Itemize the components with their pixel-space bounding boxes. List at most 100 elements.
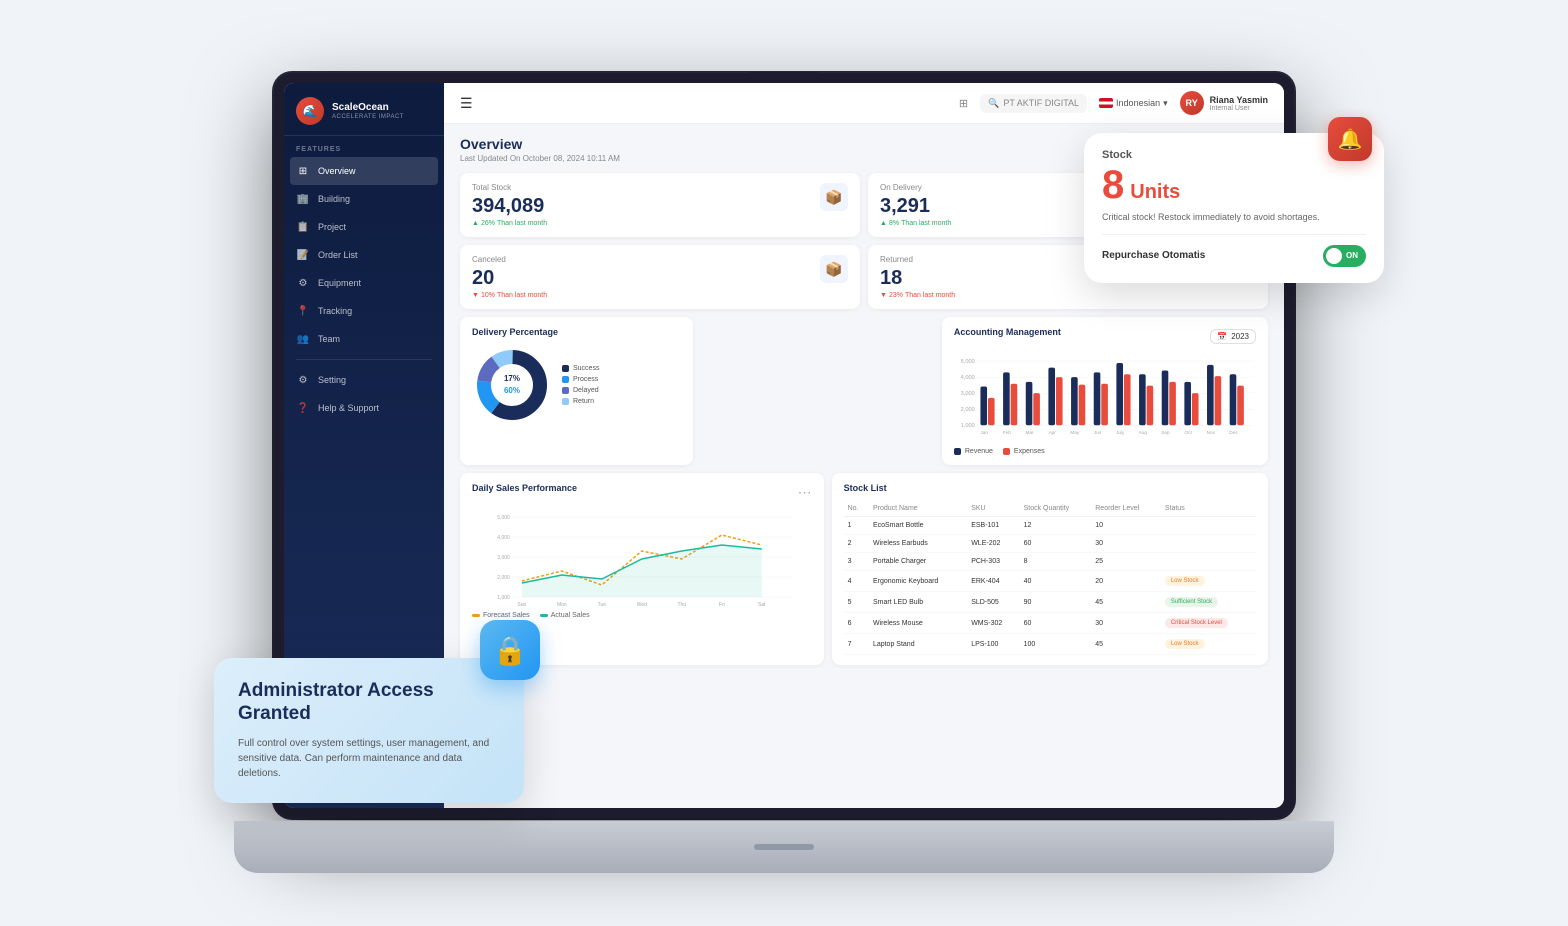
admin-card-desc: Full control over system settings, user … xyxy=(238,736,500,781)
table-row: 5 Smart LED Bulb SLD-505 90 45 Sufficien… xyxy=(844,592,1256,613)
stock-table: No. Product Name SKU Stock Quantity Reor… xyxy=(844,501,1256,655)
sidebar-item-team[interactable]: 👥 Team xyxy=(284,325,444,353)
repurchase-row: Repurchase Otomatis ON xyxy=(1102,245,1366,267)
lock-icon: 🔒 xyxy=(480,620,540,680)
admin-access-card: Administrator Access Granted Full contro… xyxy=(214,658,524,803)
svg-text:Wed: Wed xyxy=(637,602,647,607)
legend-delayed: Delayed xyxy=(562,387,599,394)
user-info: Riana Yasmin Internal User xyxy=(1210,95,1268,112)
alert-bell-icon: 🔔 xyxy=(1328,117,1372,161)
overview-icon: ⊞ xyxy=(296,164,310,178)
svg-text:17%: 17% xyxy=(504,374,520,383)
search-bar[interactable]: 🔍 PT AKTIF DIGITAL xyxy=(980,94,1087,113)
col-reorder: Reorder Level xyxy=(1091,501,1161,517)
cell-name: Ergonomic Keyboard xyxy=(869,571,967,592)
svg-text:2,000: 2,000 xyxy=(497,575,510,581)
svg-text:2,000: 2,000 xyxy=(960,407,974,413)
sidebar-label-building: Building xyxy=(318,194,350,204)
laptop-base xyxy=(234,821,1334,873)
stock-alert-card: 🔔 Stock 8 Units Critical stock! Restock … xyxy=(1084,133,1384,283)
sidebar-item-tracking[interactable]: 📍 Tracking xyxy=(284,297,444,325)
stock-list-title: Stock List xyxy=(844,483,1256,493)
cell-sku: WMS-302 xyxy=(967,613,1019,634)
alert-divider xyxy=(1102,234,1366,235)
col-status: Status xyxy=(1161,501,1256,517)
sidebar-label-setting: Setting xyxy=(318,375,346,385)
sidebar-label-orderlist: Order List xyxy=(318,250,358,260)
actual-dot xyxy=(540,614,548,617)
sidebar-label-team: Team xyxy=(318,334,340,344)
logo: 🌊 ScaleOcean ACCELERATE IMPACT xyxy=(284,83,444,136)
col-qty: Stock Quantity xyxy=(1020,501,1092,517)
accounting-chart-card: Accounting Management 📅 2023 5,000 4,000 xyxy=(942,317,1268,465)
sidebar-item-setting[interactable]: ⚙ Setting xyxy=(284,366,444,394)
cell-status: Low Stock xyxy=(1161,571,1256,592)
user-name: Riana Yasmin xyxy=(1210,95,1268,105)
cell-reorder: 45 xyxy=(1091,634,1161,655)
sidebar-label-overview: Overview xyxy=(318,166,356,176)
stat-change-delivery: ▲8%Than last month xyxy=(880,220,951,227)
svg-text:Des: Des xyxy=(1229,430,1238,436)
avatar: RY xyxy=(1180,91,1204,115)
cell-reorder: 30 xyxy=(1091,535,1161,553)
building-icon: 🏢 xyxy=(296,192,310,206)
sidebar-item-help[interactable]: ❓ Help & Support xyxy=(284,394,444,422)
svg-text:Sun: Sun xyxy=(517,602,526,607)
cell-reorder: 30 xyxy=(1091,613,1161,634)
line-chart-svg: 5,000 4,000 3,000 2,000 1,000 xyxy=(472,507,812,607)
legend-actual: Actual Sales xyxy=(540,612,590,619)
cell-name: Smart LED Bulb xyxy=(869,592,967,613)
svg-text:Sep: Sep xyxy=(1161,430,1170,436)
svg-text:Jun: Jun xyxy=(1094,430,1102,436)
legend-dot-process xyxy=(562,376,569,383)
status-badge: Sufficient Stock xyxy=(1165,597,1218,607)
cell-status xyxy=(1161,535,1256,553)
svg-text:Sat: Sat xyxy=(758,602,766,607)
cell-name: Portable Charger xyxy=(869,553,967,571)
cell-reorder: 20 xyxy=(1091,571,1161,592)
cell-qty: 12 xyxy=(1020,517,1092,535)
alert-unit: Units xyxy=(1130,181,1180,204)
year-badge[interactable]: 📅 2023 xyxy=(1210,329,1256,344)
stat-label-canceled: Canceled xyxy=(472,255,547,264)
equipment-icon: ⚙ xyxy=(296,276,310,290)
stock-table-body: 1 EcoSmart Bottle ESB-101 12 10 2 Wirele… xyxy=(844,517,1256,655)
language-selector[interactable]: Indonesian ▾ xyxy=(1099,98,1168,109)
cell-qty: 60 xyxy=(1020,535,1092,553)
sidebar-item-building[interactable]: 🏢 Building xyxy=(284,185,444,213)
sidebar-label-project: Project xyxy=(318,222,346,232)
legend-dot-success xyxy=(562,365,569,372)
svg-text:Fri: Fri xyxy=(719,602,725,607)
laptop-trackpad xyxy=(754,844,814,850)
toggle-switch[interactable]: ON xyxy=(1323,245,1366,267)
col-product: Product Name xyxy=(869,501,967,517)
topbar-right: ⊞ 🔍 PT AKTIF DIGITAL Indonesian ▾ RY xyxy=(959,91,1268,115)
sidebar-item-orderlist[interactable]: 📝 Order List xyxy=(284,241,444,269)
search-icon: 🔍 xyxy=(988,98,999,109)
brand-tagline: ACCELERATE IMPACT xyxy=(332,114,404,120)
apps-icon: ⊞ xyxy=(959,97,968,110)
sidebar-item-project[interactable]: 📋 Project xyxy=(284,213,444,241)
stat-value-delivery: 3,291 xyxy=(880,196,951,216)
svg-text:1,000: 1,000 xyxy=(960,423,974,429)
dashboard-grid: Delivery Percentage 17% 60% xyxy=(460,317,1268,465)
sidebar-item-equipment[interactable]: ⚙ Equipment xyxy=(284,269,444,297)
status-badge: Critical Stock Level xyxy=(1165,618,1228,628)
legend-forecast: Forecast Sales xyxy=(472,612,530,619)
user-role: Internal User xyxy=(1210,105,1268,112)
cell-no: 5 xyxy=(844,592,869,613)
more-options-icon[interactable]: ⋯ xyxy=(798,484,812,501)
legend-success: Success xyxy=(562,365,599,372)
status-badge: Low Stock xyxy=(1165,576,1205,586)
sidebar-divider xyxy=(296,359,432,360)
svg-text:Nov: Nov xyxy=(1206,430,1215,436)
sidebar-label-tracking: Tracking xyxy=(318,306,352,316)
svg-text:Thu: Thu xyxy=(678,602,687,607)
cell-sku: ESB-101 xyxy=(967,517,1019,535)
col-sku: SKU xyxy=(967,501,1019,517)
calendar-icon: 📅 xyxy=(1217,332,1227,341)
hamburger-icon[interactable]: ☰ xyxy=(460,95,473,112)
alert-description: Critical stock! Restock immediately to a… xyxy=(1102,211,1366,224)
sidebar-item-overview[interactable]: ⊞ Overview xyxy=(290,157,438,185)
user-profile: RY Riana Yasmin Internal User xyxy=(1180,91,1268,115)
